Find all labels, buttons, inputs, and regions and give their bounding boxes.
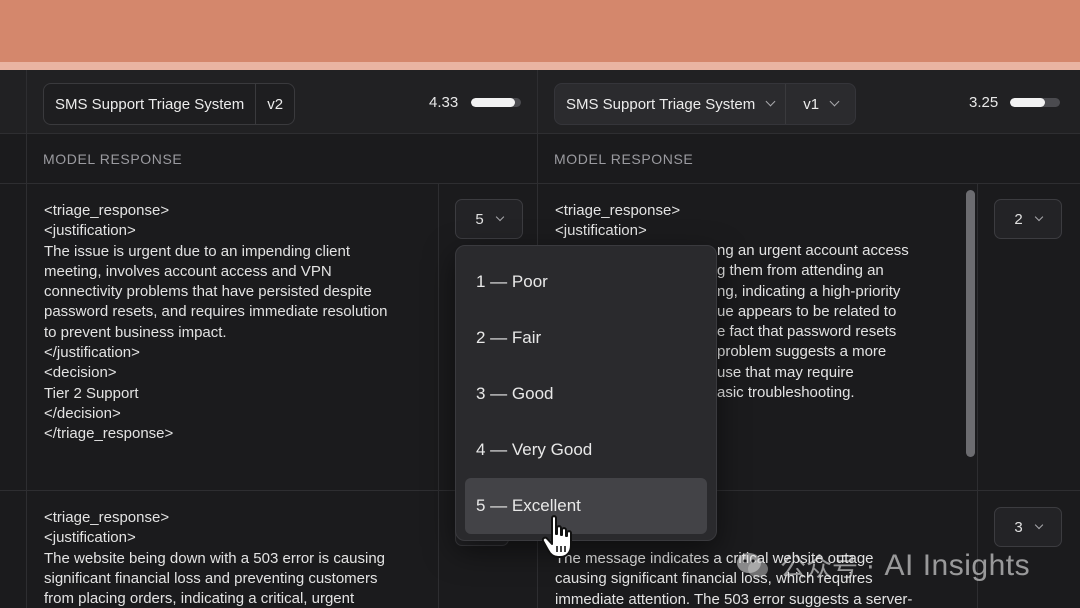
rating-option-3[interactable]: 3 — Good (465, 366, 707, 422)
chevron-down-icon (495, 212, 504, 221)
row-divider (0, 183, 1080, 184)
rating-option-5[interactable]: 5 — Excellent (465, 478, 707, 534)
comparison-app: SMS Support Triage System v2 4.33 SMS Su… (0, 70, 1080, 608)
right-response-line: ue appears to be related to (717, 302, 897, 320)
left-score-fill (471, 98, 515, 107)
row-divider (0, 133, 1080, 134)
rating-value: 5 (475, 210, 484, 228)
chevron-down-icon (1034, 212, 1043, 221)
watermark-cn: 公众号 · (780, 553, 875, 583)
chevron-down-icon (765, 96, 776, 107)
column-divider (438, 183, 439, 608)
column-divider (26, 70, 27, 608)
left-score-bar (471, 98, 521, 107)
rating-option-2[interactable]: 2 — Fair (465, 310, 707, 366)
right-response-line: ng, indicating a high-priority (717, 282, 901, 300)
hand-pointer-cursor-icon (542, 515, 572, 558)
right-response-line: problem suggests a more (717, 343, 887, 361)
right-score-bar (1010, 98, 1060, 107)
right-response-1-head: <triage_response> <justification> (555, 201, 680, 242)
rating-option-4[interactable]: 4 — Very Good (465, 422, 707, 478)
watermark: 公众号 · AI Insights (736, 547, 1030, 584)
left-prompt-selector: SMS Support Triage System v2 (43, 83, 296, 125)
right-response-line: ng an urgent account access (717, 242, 909, 259)
chevron-down-icon (1034, 520, 1043, 529)
right-response-line: asic troubleshooting. (717, 384, 855, 402)
left-section-label: MODEL RESPONSE (43, 151, 183, 167)
right-response-line: <justification> (555, 222, 647, 240)
right-response-1-body: ng an urgent account access g them from … (717, 241, 927, 403)
right-rating-select-1[interactable]: 2 (994, 199, 1062, 239)
rating-option-1[interactable]: 1 — Poor (465, 254, 707, 310)
right-system-select-label: SMS Support Triage System (566, 95, 756, 113)
rating-dropdown-menu: 1 — Poor 2 — Fair 3 — Good 4 — Very Good… (455, 245, 717, 541)
top-color-band (0, 0, 1080, 62)
right-version-select[interactable]: v1 (785, 84, 855, 124)
left-score: 4.33 (429, 94, 459, 111)
rating-value: 3 (1014, 518, 1023, 536)
right-section-label: MODEL RESPONSE (554, 151, 694, 167)
left-rating-select-1[interactable]: 5 (455, 199, 523, 239)
wechat-icon (737, 552, 768, 577)
top-band-strip (0, 62, 1080, 70)
rating-value: 2 (1014, 210, 1023, 228)
right-scrollbar[interactable] (966, 190, 975, 457)
right-rating-select-2[interactable]: 3 (994, 507, 1062, 547)
right-response-line: e fact that password resets (717, 323, 897, 341)
left-response-2: <triage_response> <justification> The we… (44, 509, 386, 608)
column-divider (977, 183, 978, 608)
chevron-down-icon (829, 96, 840, 107)
right-prompt-selector: SMS Support Triage System v1 (554, 83, 857, 125)
right-response-line: use that may require (717, 363, 854, 381)
right-score-fill (1010, 98, 1045, 107)
watermark-en: AI Insights (884, 548, 1031, 582)
right-response-line: g them from attending an (717, 262, 884, 280)
right-response-line: <triage_response> (555, 202, 681, 219)
left-system-select[interactable]: SMS Support Triage System (44, 84, 255, 124)
right-score: 3.25 (969, 94, 999, 111)
right-version-select-label: v1 (803, 95, 820, 113)
right-system-select[interactable]: SMS Support Triage System (555, 84, 785, 124)
right-response-line: immediate attention. The 503 error sugge… (555, 590, 913, 608)
left-version-select[interactable]: v2 (255, 84, 294, 124)
left-response-1: <triage_response> <justification> The is… (44, 202, 388, 443)
